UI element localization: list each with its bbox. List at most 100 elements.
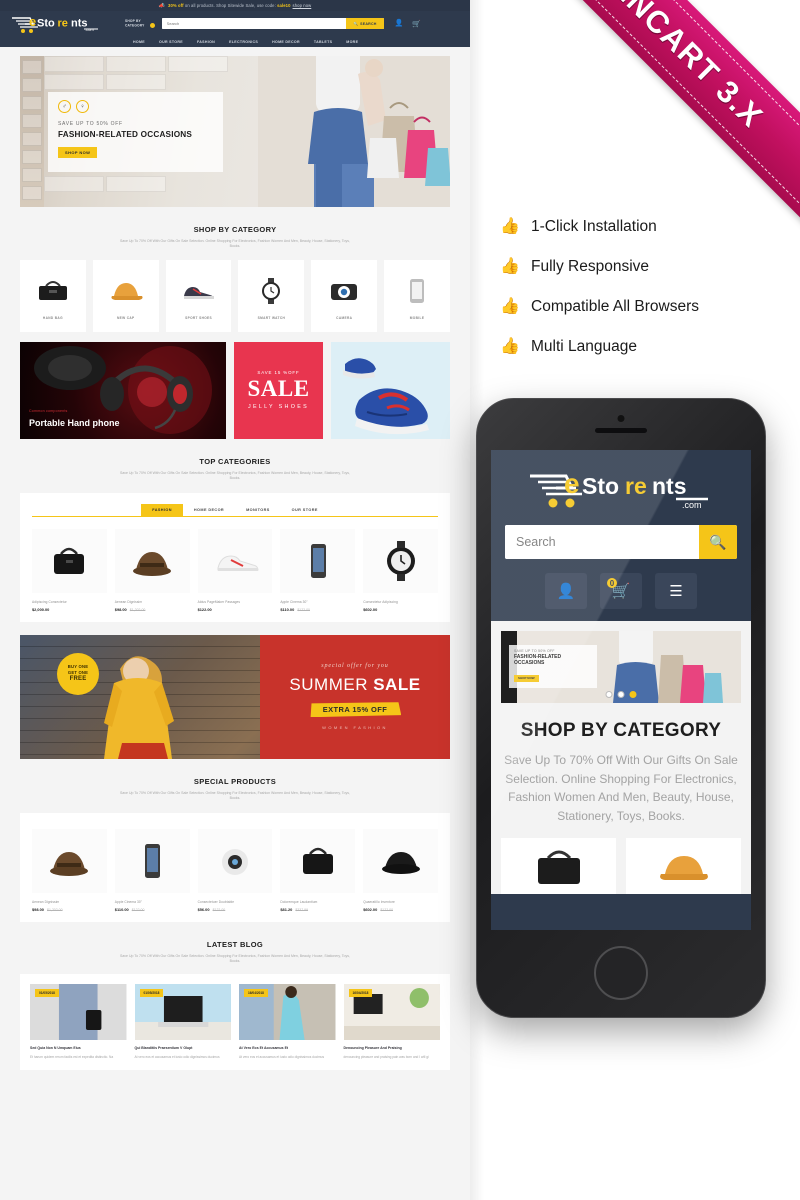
camera-icon xyxy=(322,271,366,311)
mobile-slider-dot-3[interactable] xyxy=(629,691,637,698)
mobile-slider-dots[interactable] xyxy=(605,691,637,698)
product-card[interactable]: Aenean Dignissim $98.00 $1,202.00 xyxy=(32,828,107,912)
buy-one-get-one-badge: BUY ONE GET ONE FREE xyxy=(57,652,99,695)
promo-banner-headphone[interactable]: Common components Portable Hand phone xyxy=(20,341,226,439)
page-root: 📣 30% off on all products. Shop Sitewide… xyxy=(0,0,800,1200)
blog-post[interactable]: 01/05/2018 Qui Blanditiis Praesentium V … xyxy=(134,984,232,1059)
mobile-category-tile-new-cap[interactable] xyxy=(626,838,741,895)
nav-item-home[interactable]: HOME xyxy=(133,40,145,44)
blog-title[interactable]: At Vero Eos Et Accusamus Et xyxy=(239,1046,336,1051)
product-card[interactable]: Apple Cinema 30" $110.00 $122.00 xyxy=(280,528,356,612)
nav-item-tablets[interactable]: TABLETS xyxy=(314,40,332,44)
blog-post[interactable]: 16/04/2018 Denouncing Pleasure And Prais… xyxy=(343,984,441,1059)
mobile-menu-button[interactable]: ☰ xyxy=(655,573,697,609)
category-tile-mobile[interactable]: MOBILE xyxy=(384,259,450,332)
announcement-link[interactable]: shop now xyxy=(293,3,312,8)
promo-banner-shoe[interactable] xyxy=(331,341,450,439)
blog-post[interactable]: 01/05/2018 Sed Quia Non N Umquam Eius Et… xyxy=(30,984,127,1059)
mobile-category-row xyxy=(501,838,741,895)
product-image xyxy=(32,528,107,593)
feature-label: Multi Language xyxy=(531,338,637,355)
blog-date: 16/04/2018 xyxy=(244,989,268,998)
mobile-search-input[interactable] xyxy=(505,525,699,559)
blog-excerpt: denouncing pleasure and praising pain wa… xyxy=(343,1054,429,1059)
blog-title[interactable]: Sed Quia Non N Umquam Eius xyxy=(30,1046,127,1051)
latest-blog-desc: Save Up To 70% Off With Our Gifts On Sal… xyxy=(120,953,350,963)
category-tile-camera[interactable]: CAMERA xyxy=(311,259,378,332)
logo-icon: e Sto re nts .com xyxy=(12,14,98,33)
product-card[interactable]: Consectetuer Doubtable $56.00 $122.00 xyxy=(197,828,273,912)
nav-item-fashion[interactable]: FASHION xyxy=(197,40,215,44)
category-tile-sport-shoes[interactable]: SPORT SHOES xyxy=(165,259,232,332)
nav-item-our-store[interactable]: OUR STORE xyxy=(159,40,183,44)
mobile-search-button[interactable]: 🔍 xyxy=(699,525,737,559)
mobile-hero-button[interactable]: SHOP NOW xyxy=(514,674,539,682)
desktop-preview: 📣 30% off on all products. Shop Sitewide… xyxy=(0,0,470,1200)
product-image xyxy=(114,528,190,593)
header-icons: 👤 🛒 xyxy=(395,20,421,28)
tab-fashion[interactable]: FASHION xyxy=(141,503,183,516)
hero-badges: ♂ ♀ xyxy=(58,100,213,113)
promo-banner-sale[interactable]: SAVE 15 %OFF SALE JELLY SHOES xyxy=(234,341,323,439)
search-input[interactable] xyxy=(161,18,347,29)
blog-title[interactable]: Qui Blanditiis Praesentium V Olupt xyxy=(135,1046,232,1051)
tab-monitors[interactable]: MONITORS xyxy=(235,504,281,516)
product-price: $602.00 $122.00 xyxy=(363,907,438,912)
man-icon: ♀ xyxy=(76,100,89,113)
phone-camera xyxy=(617,415,625,422)
shop-by-line2: CATEGORY xyxy=(125,23,145,28)
mobile-account-button[interactable]: 👤 xyxy=(545,573,587,609)
product-card[interactable]: Aldus PageMaker Passages $122.00 xyxy=(197,528,273,612)
product-card[interactable]: Doloremque Laudantium $81.20 $337.99 xyxy=(280,828,356,912)
shop-by-category-dropdown[interactable]: SHOP BY CATEGORY xyxy=(125,19,155,29)
mobile-slider-dot-1[interactable] xyxy=(605,691,613,698)
search-button[interactable]: 🔍 SEARCH xyxy=(346,18,384,29)
user-icon: 👤 xyxy=(556,583,576,600)
mobile-slider-dot-2[interactable] xyxy=(617,691,625,698)
product-card[interactable]: Quaeratillo Inventore $602.00 $122.00 xyxy=(363,828,438,912)
product-card[interactable]: Consectetur Adipiscing $602.00 xyxy=(363,528,438,612)
product-image xyxy=(197,828,273,893)
product-card[interactable]: Adipiscing Consectetur $2,000.00 xyxy=(32,528,107,612)
tab-our-store[interactable]: OUR STORE xyxy=(281,504,329,516)
product-card[interactable]: Aenean Dignissim $98.00 $1,202.00 xyxy=(114,528,190,612)
product-price: $602.00 xyxy=(363,606,378,612)
search-icon: 🔍 xyxy=(353,21,359,26)
blog-post[interactable]: 16/04/2018 At Vero Eos Et Accusamus Et A… xyxy=(239,984,336,1059)
user-icon[interactable]: 👤 xyxy=(395,20,404,27)
mobile-hero-slider[interactable]: SAVE UP TO 50% OFF FASHION-RELATED OCCAS… xyxy=(501,631,741,703)
promo-banner-row: Common components Portable Hand phone SA… xyxy=(20,341,450,439)
nav-item-home-decor[interactable]: HOME DECOR xyxy=(272,40,300,44)
product-card[interactable]: Apple Cinema 30" $110.00 $122.00 xyxy=(114,828,190,912)
top-categories-desc: Save Up To 70% Off With Our Gifts On Sal… xyxy=(120,470,350,481)
mobile-logo[interactable]: e Sto re nts .com xyxy=(505,466,737,512)
product-name: Doloremque Laudantium xyxy=(280,899,318,904)
nav-item-electronics[interactable]: ELECTRONICS xyxy=(229,40,258,44)
mobile-category-tile-hand-bag[interactable] xyxy=(501,838,616,895)
phone-home-button[interactable] xyxy=(594,946,648,1000)
category-tile-new-cap[interactable]: NEW CAP xyxy=(92,259,159,332)
product-price-old: $122.00 xyxy=(212,907,226,912)
hamburger-icon: ☰ xyxy=(669,583,683,600)
top-categories-card: FASHION HOME DECOR MONITORS OUR STORE Ad… xyxy=(20,492,450,622)
product-price-current: $602.00 xyxy=(363,906,378,912)
corner-ribbon: OPENCART 3.X xyxy=(470,0,800,246)
bogo-line3: FREE xyxy=(69,676,87,683)
category-tile-smart-watch[interactable]: SMART WATCH xyxy=(238,259,305,332)
tab-home-decor[interactable]: HOME DECOR xyxy=(183,504,235,516)
mobile-cart-button[interactable]: 0 🛒 xyxy=(600,573,642,609)
hero-shop-now-button[interactable]: SHOP NOW xyxy=(58,147,98,158)
cart-icon[interactable]: 🛒 xyxy=(412,20,421,28)
main-nav: HOME OUR STORE FASHION ELECTRONICS HOME … xyxy=(0,36,470,47)
summer-sale-banner[interactable]: BUY ONE GET ONE FREE special offer for y… xyxy=(20,634,450,759)
announcement-text: on all products. Shop Sitewide Sale, use… xyxy=(184,3,276,8)
search-bar: 🔍 SEARCH xyxy=(161,18,384,29)
blog-title[interactable]: Denouncing Pleasure And Praising xyxy=(344,1046,441,1051)
category-tile-hand-bag[interactable]: HAND BAG xyxy=(20,259,86,332)
hero-slider[interactable]: ♂ ♀ SAVE UP TO 50% OFF FASHION-RELATED O… xyxy=(20,56,450,207)
nav-item-more[interactable]: MORE xyxy=(346,40,358,44)
summer-title-light: SUMMER xyxy=(289,675,368,695)
site-logo[interactable]: e Sto re nts .com xyxy=(10,13,105,35)
special-products-card: Aenean Dignissim $98.00 $1,202.00 Apple … xyxy=(20,812,450,922)
svg-text:re: re xyxy=(625,473,647,499)
